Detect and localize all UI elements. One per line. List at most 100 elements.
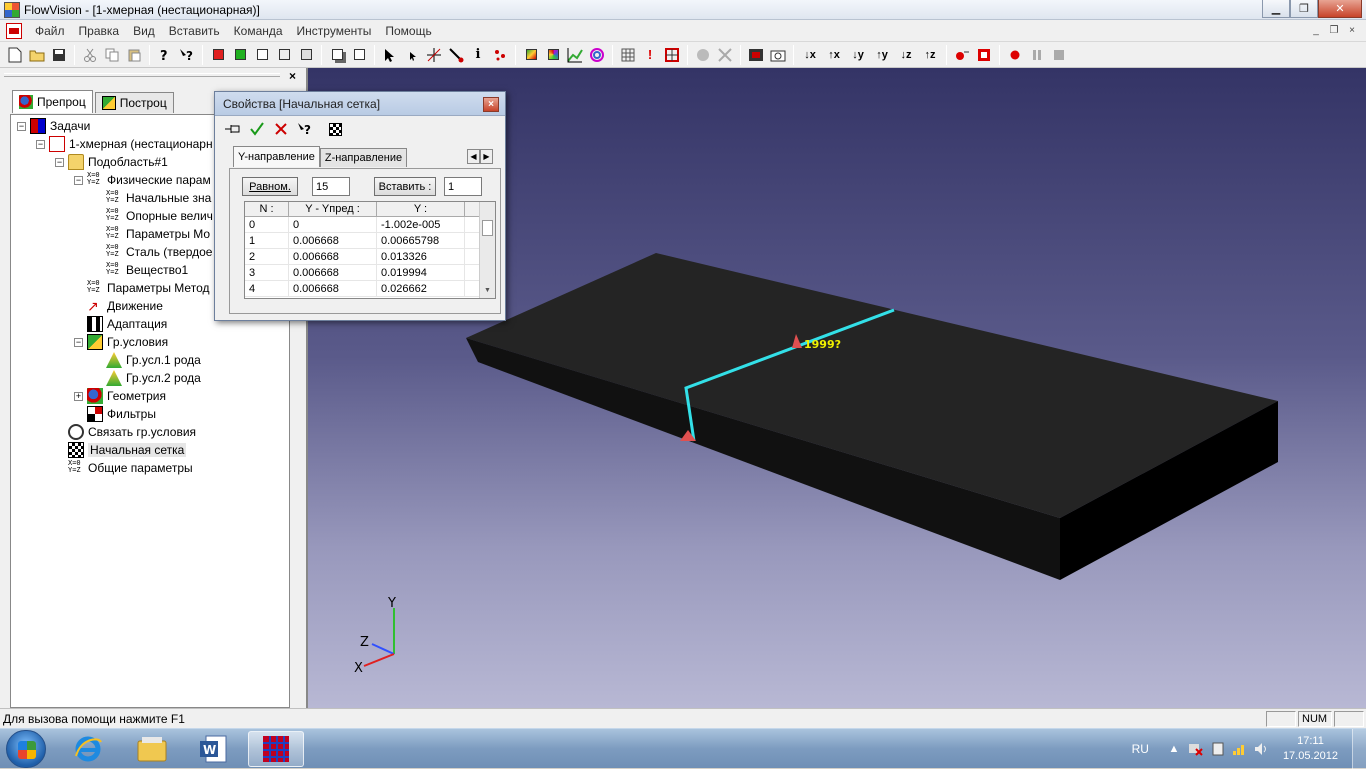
tab-preprocessor[interactable]: Препроц xyxy=(12,90,93,113)
minimize-button[interactable]: ▁ xyxy=(1262,0,1290,18)
frame-icon[interactable] xyxy=(662,45,682,65)
table-cell[interactable]: 0.019994 xyxy=(377,265,465,280)
save-icon[interactable] xyxy=(49,45,69,65)
tree-item[interactable]: Фильтры xyxy=(74,405,156,423)
scroll-down-icon[interactable]: ▼ xyxy=(484,287,491,294)
disabled-cross-icon[interactable] xyxy=(715,45,735,65)
tab-scroll-right-icon[interactable]: ▶ xyxy=(480,149,493,164)
particles-icon[interactable] xyxy=(490,45,510,65)
camera-icon[interactable] xyxy=(768,45,788,65)
tree-item[interactable]: Начальная сетка xyxy=(55,441,187,459)
green-cube-icon[interactable] xyxy=(230,45,250,65)
tree-item[interactable]: + Геометрия xyxy=(74,387,166,405)
panel-close-button[interactable]: × xyxy=(289,69,296,83)
view-z-down-icon[interactable]: ↓z xyxy=(895,45,917,65)
collapse-icon[interactable]: − xyxy=(36,139,45,149)
table-row[interactable]: 0 0 -1.002e-005 xyxy=(245,217,495,233)
menu-help[interactable]: Помощь xyxy=(378,24,438,38)
white-cube-icon[interactable] xyxy=(252,45,272,65)
tree-item[interactable]: X=0 Y=Z Параметры Метод xyxy=(74,279,209,297)
view-y-up-icon[interactable]: ↑y xyxy=(871,45,893,65)
table-cell[interactable]: -1.002e-005 xyxy=(377,217,465,232)
isosurface-icon[interactable] xyxy=(587,45,607,65)
dialog-close-button[interactable]: × xyxy=(483,97,499,112)
disabled-disc-icon[interactable] xyxy=(693,45,713,65)
mdi-restore-button[interactable]: ❐ xyxy=(1326,22,1342,38)
tab-z-direction[interactable]: Z-направление xyxy=(319,148,408,167)
pause-icon[interactable] xyxy=(1027,45,1047,65)
table-cell[interactable]: 0.006668 xyxy=(289,281,377,296)
panel-grip[interactable] xyxy=(4,73,280,77)
table-cell[interactable]: 2 xyxy=(245,249,289,264)
table-row[interactable]: 2 0.006668 0.013326 xyxy=(245,249,495,265)
clock[interactable]: 17:11 17.05.2012 xyxy=(1283,734,1338,764)
pin-icon[interactable] xyxy=(223,120,243,138)
insert-count-input[interactable]: 1 xyxy=(444,177,482,196)
tab-scroll-left-icon[interactable]: ◀ xyxy=(467,149,480,164)
collapse-icon[interactable]: − xyxy=(17,121,26,131)
tree-item[interactable]: X=0 Y=Z Опорные велич xyxy=(93,207,213,225)
restore-button[interactable]: ❐ xyxy=(1290,0,1318,18)
language-indicator[interactable]: RU xyxy=(1132,742,1149,756)
tree-item[interactable]: − Подобласть#1 xyxy=(55,153,168,171)
insert-button[interactable]: Вставить : xyxy=(374,177,436,196)
menu-tools[interactable]: Инструменты xyxy=(290,24,379,38)
column-header-n[interactable]: N : xyxy=(245,202,289,216)
table-cell[interactable]: 0.00665798 xyxy=(377,233,465,248)
table-cell[interactable]: 3 xyxy=(245,265,289,280)
table-cell[interactable]: 0.026662 xyxy=(377,281,465,296)
table-cell[interactable]: 0.006668 xyxy=(289,233,377,248)
multi-cube-icon[interactable] xyxy=(296,45,316,65)
tree-item[interactable]: − 1-хмерная (нестационарн xyxy=(36,135,213,153)
table-cell[interactable]: 0.013326 xyxy=(377,249,465,264)
table-cell[interactable]: 0 xyxy=(289,217,377,232)
signal-icon[interactable] xyxy=(1232,741,1248,757)
menu-command[interactable]: Команда xyxy=(227,24,290,38)
tree-item[interactable]: X=0 Y=Z Вещество1 xyxy=(93,261,188,279)
paste-icon[interactable] xyxy=(124,45,144,65)
dialog-title-bar[interactable]: Свойства [Начальная сетка] xyxy=(215,92,505,116)
device-icon[interactable] xyxy=(1210,741,1226,757)
column-header-y[interactable]: Y : xyxy=(377,202,465,216)
cancel-x-icon[interactable] xyxy=(271,120,291,138)
tree-item[interactable]: Адаптация xyxy=(74,315,167,333)
open-folder-icon[interactable] xyxy=(27,45,47,65)
taskbar-flowvision[interactable] xyxy=(248,731,304,767)
contour-colors-icon[interactable] xyxy=(543,45,563,65)
table-row[interactable]: 3 0.006668 0.019994 xyxy=(245,265,495,281)
probe-icon[interactable] xyxy=(446,45,466,65)
collapse-icon[interactable]: − xyxy=(74,175,83,185)
show-desktop-button[interactable] xyxy=(1352,729,1366,769)
table-cell[interactable]: 0.006668 xyxy=(289,265,377,280)
table-cell[interactable]: 0 xyxy=(245,217,289,232)
window-stack-icon[interactable] xyxy=(349,45,369,65)
table-cell[interactable]: 1 xyxy=(245,233,289,248)
taskbar-explorer[interactable] xyxy=(124,731,180,767)
network-warning-icon[interactable] xyxy=(1188,741,1204,757)
tree-item[interactable]: X=0 Y=Z Сталь (твердое xyxy=(93,243,212,261)
run-icon[interactable] xyxy=(952,45,972,65)
tree-item[interactable]: X=0 Y=Z Параметры Мо xyxy=(93,225,210,243)
uniform-button[interactable]: Равном. xyxy=(242,177,298,196)
tab-postprocessor[interactable]: Построц xyxy=(94,92,174,113)
expand-icon[interactable]: + xyxy=(74,391,83,401)
tree-item[interactable]: − Гр.условия xyxy=(74,333,168,351)
small-arrow-icon[interactable] xyxy=(402,45,422,65)
table-row[interactable]: 1 0.006668 0.00665798 xyxy=(245,233,495,249)
move-axes-icon[interactable] xyxy=(424,45,444,65)
help-question-icon[interactable]: ? xyxy=(155,45,175,65)
start-button[interactable] xyxy=(6,730,46,768)
menu-view[interactable]: Вид xyxy=(126,24,162,38)
new-file-icon[interactable] xyxy=(5,45,25,65)
alert-icon[interactable]: ! xyxy=(640,45,660,65)
stop-icon[interactable] xyxy=(1049,45,1069,65)
tray-expand-icon[interactable]: ▲ xyxy=(1166,741,1182,757)
copy-icon[interactable] xyxy=(102,45,122,65)
context-help-icon[interactable]: ? xyxy=(177,45,197,65)
tree-item[interactable]: − X=0 Y=Z Физические парам xyxy=(74,171,211,189)
collapse-icon[interactable]: − xyxy=(74,337,83,347)
collapse-icon[interactable]: − xyxy=(55,157,64,167)
view-z-up-icon[interactable]: ↑z xyxy=(919,45,941,65)
screenshot-icon[interactable] xyxy=(746,45,766,65)
select-arrow-icon[interactable] xyxy=(380,45,400,65)
